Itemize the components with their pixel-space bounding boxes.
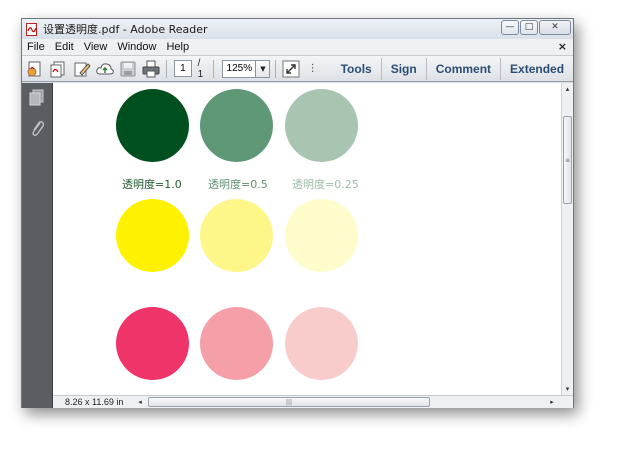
comment-button[interactable]: Comment: [425, 57, 500, 80]
circle-pink-2: [200, 307, 273, 380]
menu-view[interactable]: View: [79, 41, 113, 53]
minimize-button[interactable]: —: [501, 20, 519, 35]
scroll-right-icon[interactable]: ▸: [546, 396, 558, 408]
navigation-pane: [22, 83, 53, 408]
scroll-left-icon[interactable]: ◂: [134, 396, 146, 408]
horizontal-scroll-thumb[interactable]: |||: [148, 397, 430, 407]
toolbar: 1 / 1 125% ▼ ⋮ Tools Sign Comment Extend…: [22, 56, 573, 82]
circle-green-3: [285, 89, 358, 162]
window-controls: — □ ✕: [501, 20, 571, 35]
menu-window[interactable]: Window: [112, 41, 161, 53]
vertical-scrollbar[interactable]: ▴ ≡ ▾: [561, 83, 573, 395]
status-bar: 8.26 x 11.69 in ◂ ||| ▸: [53, 395, 573, 408]
maximize-button[interactable]: □: [520, 20, 538, 35]
page-total: / 1: [197, 57, 204, 80]
circle-green-1: [116, 89, 189, 162]
chevron-down-icon[interactable]: ▼: [255, 60, 270, 77]
caption-opacity-05: 透明度=0.5: [208, 178, 268, 191]
menu-bar: File Edit View Window Help ×: [22, 39, 573, 56]
menu-file[interactable]: File: [22, 41, 50, 53]
window-title: 设置透明度.pdf - Adobe Reader: [43, 23, 208, 36]
save-icon[interactable]: [118, 58, 138, 79]
scroll-down-icon[interactable]: ▾: [562, 383, 573, 395]
vertical-scroll-thumb[interactable]: ≡: [563, 116, 572, 204]
caption-opacity-1: 透明度=1.0: [122, 178, 182, 191]
circle-pink-1: [116, 307, 189, 380]
horizontal-scrollbar[interactable]: ◂ ||| ▸: [134, 396, 558, 408]
close-document-button[interactable]: ×: [558, 40, 567, 53]
sign-button[interactable]: Sign: [380, 57, 426, 80]
toolbar-separator: [166, 59, 168, 78]
menu-help[interactable]: Help: [161, 41, 194, 53]
pages-icon[interactable]: [29, 89, 45, 107]
circle-yellow-2: [200, 199, 273, 272]
circle-yellow-3: [285, 199, 358, 272]
attachments-icon[interactable]: [29, 119, 45, 137]
toolbar-separator: [275, 59, 277, 78]
title-bar: 设置透明度.pdf - Adobe Reader — □ ✕: [22, 19, 573, 39]
cloud-upload-icon[interactable]: [95, 58, 115, 79]
page-size-label: 8.26 x 11.69 in: [65, 397, 124, 407]
close-button[interactable]: ✕: [539, 20, 571, 35]
combine-files-icon[interactable]: [48, 58, 68, 79]
zoom-select[interactable]: 125% ▼: [222, 59, 271, 78]
print-icon[interactable]: [141, 58, 161, 79]
circle-pink-3: [285, 307, 358, 380]
page-number-input[interactable]: 1: [174, 60, 192, 77]
circle-green-2: [200, 89, 273, 162]
fit-page-icon[interactable]: [281, 58, 301, 79]
adobe-reader-window: 设置透明度.pdf - Adobe Reader — □ ✕ File Edit…: [21, 18, 574, 408]
scroll-up-icon[interactable]: ▴: [562, 83, 573, 95]
edit-icon[interactable]: [71, 58, 91, 79]
zoom-value: 125%: [226, 63, 253, 74]
pdf-file-icon: [26, 22, 38, 36]
caption-opacity-025: 透明度=0.25: [292, 178, 359, 191]
create-pdf-icon[interactable]: [25, 58, 45, 79]
circle-yellow-1: [116, 199, 189, 272]
tools-button[interactable]: Tools: [332, 58, 381, 80]
toolbar-separator: [213, 59, 215, 78]
document-page: 透明度=1.0 透明度=0.5 透明度=0.25: [53, 83, 561, 395]
menu-edit[interactable]: Edit: [50, 41, 79, 53]
toolbar-overflow-icon: ⋮: [307, 63, 318, 74]
extended-button[interactable]: Extended: [500, 57, 573, 80]
